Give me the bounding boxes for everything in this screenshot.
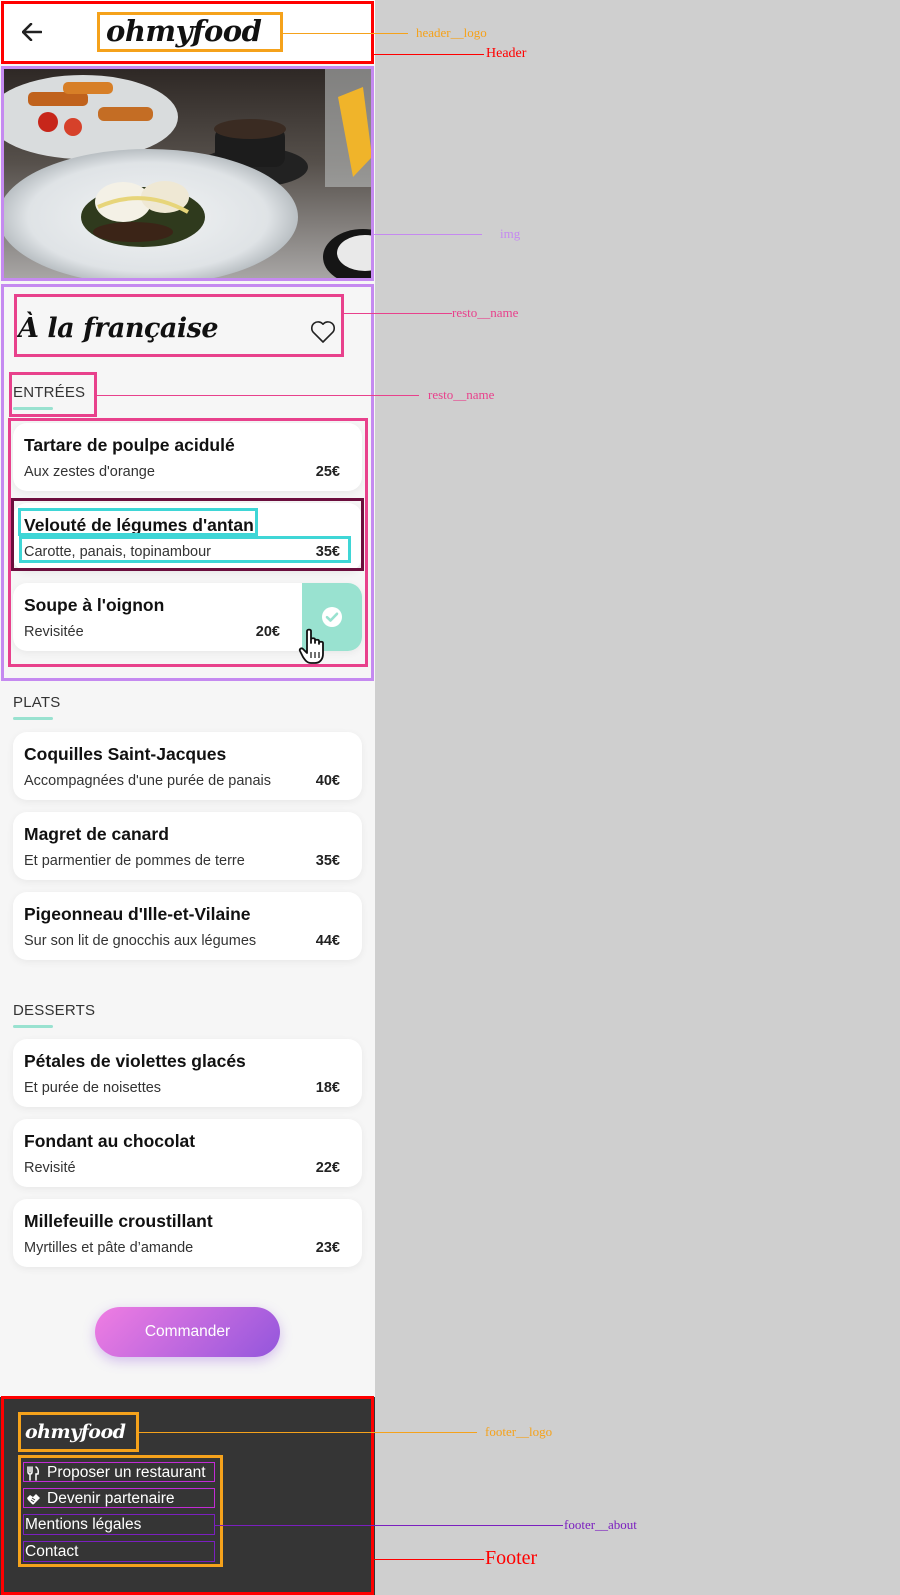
- footer-link-contact[interactable]: Contact: [25, 1543, 78, 1561]
- dish-name: Pétales de violettes glacés: [24, 1051, 246, 1071]
- section-underline: [13, 407, 53, 410]
- annotation-label-footer: Footer: [485, 1547, 538, 1569]
- dish-name: Coquilles Saint-Jacques: [24, 744, 227, 764]
- dish-name: Magret de canard: [24, 824, 169, 844]
- back-button[interactable]: [20, 20, 44, 44]
- favorite-button[interactable]: [310, 320, 336, 344]
- order-button[interactable]: Commander: [95, 1307, 280, 1357]
- dish-description: Myrtilles et pâte d’amande: [24, 1240, 194, 1256]
- hand-pointer-icon: [298, 628, 324, 664]
- dish-card[interactable]: Velouté de légumes d'antan Carotte, pana…: [13, 503, 362, 571]
- footer-link-label: Devenir partenaire: [47, 1490, 175, 1507]
- annotation-line: [283, 33, 408, 34]
- annotation-line: [139, 1432, 477, 1433]
- footer-link-label: Contact: [25, 1543, 79, 1560]
- section-underline: [13, 1025, 53, 1028]
- section-underline: [13, 717, 53, 720]
- dish-description: Et parmentier de pommes de terre: [24, 853, 245, 869]
- dish-price: 35€: [315, 853, 340, 869]
- annotation-label-img: img: [500, 226, 521, 241]
- heart-icon: [310, 321, 336, 343]
- handshake-icon: [25, 1491, 41, 1507]
- dish-price: 40€: [315, 773, 340, 789]
- dish-price: 22€: [315, 1160, 340, 1176]
- dish-card[interactable]: Magret de canard Et parmentier de pommes…: [13, 812, 362, 880]
- section-title-entrees: ENTRÉES: [13, 384, 86, 401]
- header: ohmyfood: [0, 0, 375, 64]
- footer-link-propose-restaurant[interactable]: Proposer un restaurant: [25, 1464, 206, 1482]
- dish-price: 23€: [315, 1240, 340, 1256]
- dish-name: Millefeuille croustillant: [24, 1211, 213, 1231]
- utensils-icon: [25, 1465, 41, 1481]
- annotation-line: [374, 234, 482, 235]
- dish-price: 20€: [255, 624, 280, 640]
- dish-price: 44€: [315, 933, 340, 949]
- dish-card[interactable]: Tartare de poulpe acidulé Aux zestes d'o…: [13, 423, 362, 491]
- dish-name: Velouté de légumes d'antan: [24, 515, 254, 535]
- annotation-label-resto-name-2: resto__name: [428, 387, 495, 402]
- annotation-line: [215, 1525, 563, 1526]
- dish-card[interactable]: Coquilles Saint-Jacques Accompagnées d'u…: [13, 732, 362, 800]
- check-circle-icon: [322, 607, 342, 627]
- annotation-label-footer-about: footer__about: [564, 1517, 637, 1532]
- dish-description: Accompagnées d'une purée de panais: [24, 773, 272, 789]
- annotation-line: [374, 1559, 484, 1560]
- food-photo: [3, 67, 372, 280]
- dish-price: 25€: [315, 464, 340, 480]
- dish-name: Tartare de poulpe acidulé: [24, 435, 235, 455]
- annotation-line: [344, 313, 452, 314]
- dish-description: Revisitée: [24, 624, 84, 640]
- phone-viewport: ohmyfood À la française ENTRÉES Tartare …: [0, 0, 375, 1595]
- header-logo[interactable]: ohmyfood: [106, 14, 262, 48]
- dish-card[interactable]: Pétales de violettes glacés Et purée de …: [13, 1039, 362, 1107]
- footer-link-legal[interactable]: Mentions légales: [25, 1516, 141, 1534]
- dish-description: Revisité: [24, 1160, 76, 1176]
- section-title-desserts: DESSERTS: [13, 1002, 96, 1019]
- hero-image: [3, 67, 372, 280]
- annotation-line: [374, 54, 484, 55]
- annotation-label-resto-name: resto__name: [452, 305, 519, 320]
- arrow-left-icon: [22, 23, 42, 41]
- section-title-plats: PLATS: [13, 694, 61, 711]
- annotation-label-header: Header: [486, 46, 527, 61]
- dish-card[interactable]: Millefeuille croustillant Myrtilles et p…: [13, 1199, 362, 1267]
- dish-card[interactable]: Fondant au chocolat Revisité 22€: [13, 1119, 362, 1187]
- footer-link-label: Mentions légales: [25, 1516, 142, 1533]
- footer-link-become-partner[interactable]: Devenir partenaire: [25, 1490, 175, 1508]
- dish-description: Aux zestes d'orange: [24, 464, 155, 480]
- annotation-label-header-logo: header__logo: [416, 25, 487, 40]
- footer-link-label: Proposer un restaurant: [47, 1464, 206, 1481]
- dish-name: Pigeonneau d'Ille-et-Vilaine: [24, 904, 251, 924]
- dish-name: Fondant au chocolat: [24, 1131, 196, 1151]
- dish-name: Soupe à l'oignon: [24, 595, 165, 615]
- dish-description: Carotte, panais, topinambour: [24, 544, 211, 560]
- annotation-label-footer-logo: footer__logo: [485, 1424, 553, 1439]
- dish-description: Sur son lit de gnocchis aux légumes: [24, 933, 257, 949]
- dish-description: Et purée de noisettes: [24, 1080, 162, 1096]
- restaurant-name: À la française: [18, 313, 219, 344]
- dish-price: 18€: [315, 1080, 340, 1096]
- annotation-line: [97, 395, 419, 396]
- dish-price: 35€: [315, 544, 340, 560]
- dish-card[interactable]: Pigeonneau d'Ille-et-Vilaine Sur son lit…: [13, 892, 362, 960]
- footer-logo[interactable]: ohmyfood: [25, 1421, 126, 1443]
